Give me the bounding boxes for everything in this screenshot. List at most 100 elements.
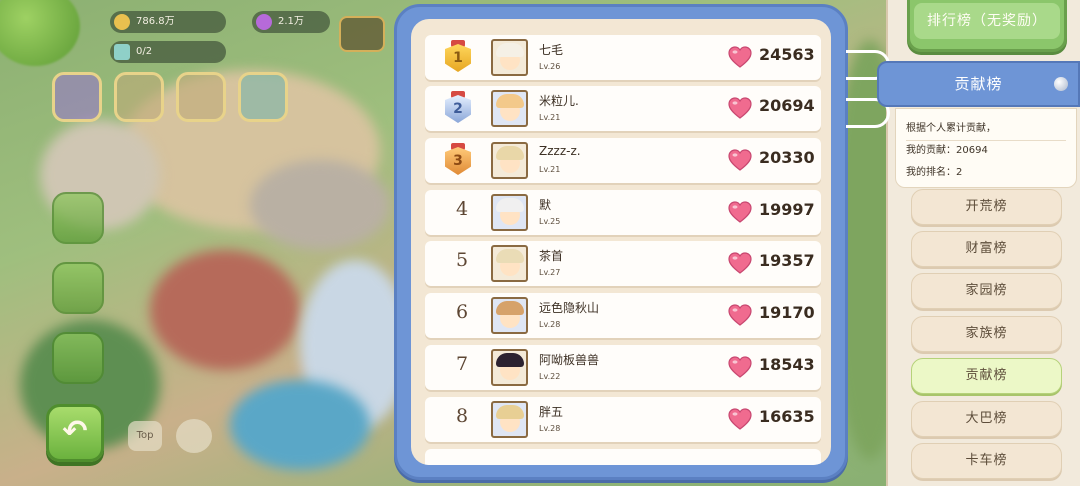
tools-icon[interactable] bbox=[52, 262, 104, 314]
gem-counter: 2.1万 bbox=[252, 11, 330, 33]
coin-counter: 786.8万 bbox=[110, 11, 226, 33]
top-button[interactable]: Top bbox=[128, 421, 162, 451]
player-name: 阿呦板兽兽 bbox=[539, 353, 600, 367]
leaderboard-panel: 1 七毛 Lv.26 24563 2 米粒儿. Lv.21 20694 3 Zzzz-z. Lv.2… bbox=[394, 4, 848, 480]
heart-icon bbox=[728, 356, 752, 378]
contribution-score: 16635 bbox=[759, 407, 815, 426]
card-value: 0/2 bbox=[136, 46, 153, 57]
contribution-score: 18543 bbox=[759, 355, 815, 374]
tab-knob-icon bbox=[1054, 77, 1068, 91]
heart-icon bbox=[728, 46, 752, 68]
rank-number: 4 bbox=[455, 198, 469, 220]
info-description: 根据个人累计贡献， bbox=[906, 119, 1066, 141]
my-contribution: 我的贡献：20694 bbox=[906, 145, 988, 156]
category-button[interactable]: 家园榜 bbox=[911, 273, 1062, 309]
player-level: Lv.27 bbox=[539, 268, 561, 277]
category-button[interactable]: 财富榜 bbox=[911, 231, 1062, 267]
heart-icon bbox=[728, 149, 752, 171]
leaderboard-header: 排行榜（无奖励） bbox=[907, 0, 1067, 52]
leaderboard-row[interactable]: 6 远色隐秋山 Lv.28 19170 bbox=[425, 293, 821, 338]
leaderboard-row[interactable]: 5 茶首 Lv.27 19357 bbox=[425, 241, 821, 286]
leaderboard-row[interactable]: 4 默 Lv.25 19997 bbox=[425, 190, 821, 235]
building-icon[interactable] bbox=[114, 72, 164, 122]
avatar[interactable] bbox=[491, 245, 528, 282]
leaderboard-title: 排行榜（无奖励） bbox=[914, 3, 1060, 39]
leaf-decoration bbox=[0, 0, 80, 66]
leaderboard-row[interactable]: 3 Zzzz-z. Lv.21 20330 bbox=[425, 138, 821, 183]
coin-value: 786.8万 bbox=[136, 16, 175, 27]
avatar[interactable] bbox=[491, 401, 528, 438]
player-name: 胖五 bbox=[539, 405, 564, 419]
player-level: Lv.21 bbox=[539, 113, 561, 122]
gem-value: 2.1万 bbox=[278, 16, 304, 27]
heart-icon bbox=[728, 97, 752, 119]
gem-icon bbox=[256, 14, 272, 30]
active-tab-label: 贡献榜 bbox=[954, 75, 1003, 93]
coin-icon bbox=[114, 14, 130, 30]
category-button[interactable]: 贡献榜 bbox=[911, 358, 1062, 394]
back-arrow-icon: ↶ bbox=[62, 414, 88, 449]
avatar[interactable] bbox=[491, 39, 528, 76]
category-button[interactable]: 卡车榜 bbox=[911, 443, 1062, 479]
category-button[interactable]: 大巴榜 bbox=[911, 401, 1062, 437]
contribution-score: 20330 bbox=[759, 148, 815, 167]
player-name: 远色隐秋山 bbox=[539, 301, 600, 315]
my-contribution-value: 20694 bbox=[956, 145, 988, 156]
contribution-score: 19357 bbox=[759, 251, 815, 270]
heart-icon bbox=[728, 252, 752, 274]
player-name: 茶首 bbox=[539, 249, 564, 263]
leaderboard-row-partial[interactable] bbox=[425, 449, 821, 465]
avatar[interactable] bbox=[491, 297, 528, 334]
contribution-score: 24563 bbox=[759, 45, 815, 64]
rank-medal-icon: 3 bbox=[445, 143, 471, 177]
event-icon[interactable] bbox=[238, 72, 288, 122]
contribution-info: 根据个人累计贡献， 我的贡献：20694 我的排名：2 bbox=[895, 108, 1077, 188]
avatar[interactable] bbox=[491, 194, 528, 231]
player-level: Lv.22 bbox=[539, 372, 561, 381]
my-rank: 我的排名：2 bbox=[906, 167, 963, 178]
rank-number: 6 bbox=[455, 301, 469, 323]
rank-number: 2 bbox=[445, 95, 471, 123]
mail-icon[interactable] bbox=[52, 192, 104, 244]
rank-number: 8 bbox=[455, 405, 469, 427]
player-name: 七毛 bbox=[539, 43, 564, 57]
player-name: 默 bbox=[539, 198, 552, 212]
card-icon bbox=[114, 44, 130, 60]
contribution-score: 19170 bbox=[759, 303, 815, 322]
treasure-chest-icon[interactable] bbox=[339, 16, 385, 52]
leaderboard-row[interactable]: 7 阿呦板兽兽 Lv.22 18543 bbox=[425, 345, 821, 390]
category-button[interactable]: 开荒榜 bbox=[911, 189, 1062, 225]
category-button[interactable]: 家族榜 bbox=[911, 316, 1062, 352]
rank-medal-icon: 2 bbox=[445, 91, 471, 125]
rank-number: 5 bbox=[455, 249, 469, 271]
player-name: Zzzz-z. bbox=[539, 144, 581, 158]
rank-medal-icon: 1 bbox=[445, 40, 471, 74]
leaderboard-row[interactable]: 8 胖五 Lv.28 16635 bbox=[425, 397, 821, 442]
friends-icon[interactable] bbox=[52, 332, 104, 384]
avatar[interactable] bbox=[491, 142, 528, 179]
contribution-score: 20694 bbox=[759, 96, 815, 115]
player-name: 米粒儿. bbox=[539, 94, 579, 108]
chat-button[interactable] bbox=[176, 419, 212, 453]
player-level: Lv.21 bbox=[539, 165, 561, 174]
shop-icon[interactable] bbox=[52, 72, 102, 122]
back-button[interactable]: ↶ bbox=[46, 404, 104, 462]
player-level: Lv.28 bbox=[539, 424, 561, 433]
tab-contribution-active[interactable]: 贡献榜 bbox=[877, 61, 1080, 107]
rank-number: 3 bbox=[445, 147, 471, 175]
leaderboard-row[interactable]: 2 米粒儿. Lv.21 20694 bbox=[425, 86, 821, 131]
rank-number: 7 bbox=[455, 353, 469, 375]
rank-number: 1 bbox=[445, 44, 471, 72]
leaderboard-row[interactable]: 1 七毛 Lv.26 24563 bbox=[425, 35, 821, 80]
avatar[interactable] bbox=[491, 349, 528, 386]
avatar[interactable] bbox=[491, 90, 528, 127]
my-rank-value: 2 bbox=[956, 167, 963, 178]
player-level: Lv.28 bbox=[539, 320, 561, 329]
heart-icon bbox=[728, 408, 752, 430]
contribution-score: 19997 bbox=[759, 200, 815, 219]
heart-icon bbox=[728, 304, 752, 326]
leaderboard-list[interactable]: 1 七毛 Lv.26 24563 2 米粒儿. Lv.21 20694 3 Zzzz-z. Lv.2… bbox=[411, 19, 831, 465]
player-level: Lv.25 bbox=[539, 217, 561, 226]
heart-icon bbox=[728, 201, 752, 223]
market-icon[interactable] bbox=[176, 72, 226, 122]
